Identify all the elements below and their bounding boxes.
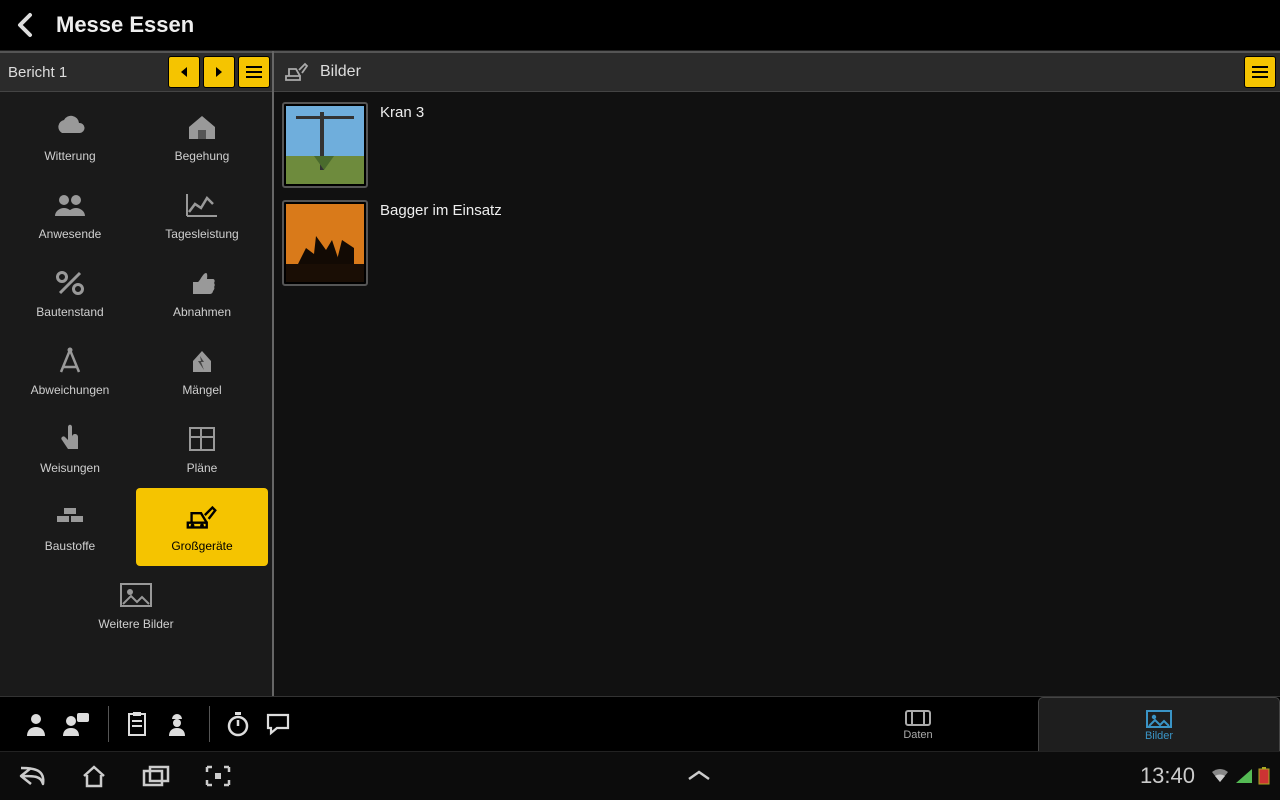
sidebar-item-label: Begehung (175, 149, 230, 163)
sidebar-item-begehung[interactable]: Begehung (136, 98, 268, 176)
sidebar-item-weisungen[interactable]: Weisungen (4, 410, 136, 488)
image-icon (118, 579, 154, 611)
image-icon (1145, 708, 1173, 730)
next-button[interactable] (203, 56, 235, 88)
sidebar-item-label: Tagesleistung (165, 227, 238, 241)
sidebar-item-label: Anwesende (39, 227, 102, 241)
sidebar-item-label: Bautenstand (36, 305, 103, 319)
status-time: 13:40 (1140, 763, 1195, 789)
data-icon (903, 707, 933, 729)
sidebar-item-maengel[interactable]: Mängel (136, 332, 268, 410)
chart-icon (184, 189, 220, 221)
tool-speech[interactable] (260, 706, 296, 742)
status-icons (1205, 767, 1270, 785)
excavator-icon (184, 501, 220, 533)
image-row[interactable]: Bagger im Einsatz (282, 200, 1272, 286)
sidebar-item-label: Baustoffe (45, 539, 95, 553)
sidebar-item-grossgeraete[interactable]: Großgeräte (136, 488, 268, 566)
prev-button[interactable] (168, 56, 200, 88)
tool-stopwatch[interactable] (220, 706, 256, 742)
content-menu-button[interactable] (1244, 56, 1276, 88)
tool-person-chat-1[interactable] (58, 706, 94, 742)
page-title: Messe Essen (56, 12, 194, 38)
sidebar-item-label: Mängel (182, 383, 221, 397)
cloud-icon (52, 111, 88, 143)
report-label: Bericht 1 (8, 64, 165, 81)
sidebar-item-label: Großgeräte (171, 539, 232, 553)
sidebar-item-tagesleistung[interactable]: Tagesleistung (136, 176, 268, 254)
sidebar-item-label: Weisungen (40, 461, 100, 475)
signal-icon (1235, 768, 1253, 784)
bricks-icon (52, 501, 88, 533)
sidebar-menu-button[interactable] (238, 56, 270, 88)
people-icon (52, 189, 88, 221)
sidebar-item-witterung[interactable]: Witterung (4, 98, 136, 176)
tool-clipboard[interactable] (119, 706, 155, 742)
image-caption: Kran 3 (380, 102, 424, 121)
tab-label: Bilder (1145, 730, 1173, 742)
sidebar-item-weitere-bilder[interactable]: Weitere Bilder (4, 566, 268, 644)
defect-icon (184, 345, 220, 377)
back-button[interactable] (12, 12, 38, 38)
tool-worker[interactable] (159, 706, 195, 742)
compass-icon (52, 345, 88, 377)
sidebar-item-label: Witterung (44, 149, 95, 163)
tool-person-1[interactable] (18, 706, 54, 742)
sidebar-item-plaene[interactable]: Pläne (136, 410, 268, 488)
nav-recent-button[interactable] (134, 754, 178, 798)
nav-expand-button[interactable] (685, 769, 713, 783)
thumbnail-kran (282, 102, 368, 188)
sidebar-item-baustoffe[interactable]: Baustoffe (4, 488, 136, 566)
nav-back-button[interactable] (10, 754, 54, 798)
sidebar-item-label: Weitere Bilder (98, 617, 173, 631)
sidebar-item-label: Pläne (187, 461, 218, 475)
thumb-icon (184, 267, 220, 299)
sidebar: Bericht 1 Witterung Begehung (0, 51, 274, 696)
sidebar-item-label: Abweichungen (31, 383, 110, 397)
sidebar-item-bautenstand[interactable]: Bautenstand (4, 254, 136, 332)
wifi-icon (1210, 768, 1230, 784)
image-row[interactable]: Kran 3 (282, 102, 1272, 188)
tab-daten[interactable]: Daten (798, 697, 1038, 751)
percent-icon (52, 267, 88, 299)
house-icon (184, 111, 220, 143)
image-caption: Bagger im Einsatz (380, 200, 502, 219)
blueprint-icon (184, 423, 220, 455)
battery-icon (1258, 767, 1270, 785)
nav-home-button[interactable] (72, 754, 116, 798)
content-title: Bilder (320, 63, 1241, 81)
thumbnail-bagger (282, 200, 368, 286)
excavator-icon (284, 62, 310, 82)
tab-bilder[interactable]: Bilder (1038, 697, 1280, 751)
sidebar-item-abnahmen[interactable]: Abnahmen (136, 254, 268, 332)
sidebar-item-abweichungen[interactable]: Abweichungen (4, 332, 136, 410)
tab-label: Daten (903, 729, 932, 741)
sidebar-item-label: Abnahmen (173, 305, 231, 319)
sidebar-item-anwesende[interactable]: Anwesende (4, 176, 136, 254)
pointer-icon (52, 423, 88, 455)
nav-screenshot-button[interactable] (196, 754, 240, 798)
